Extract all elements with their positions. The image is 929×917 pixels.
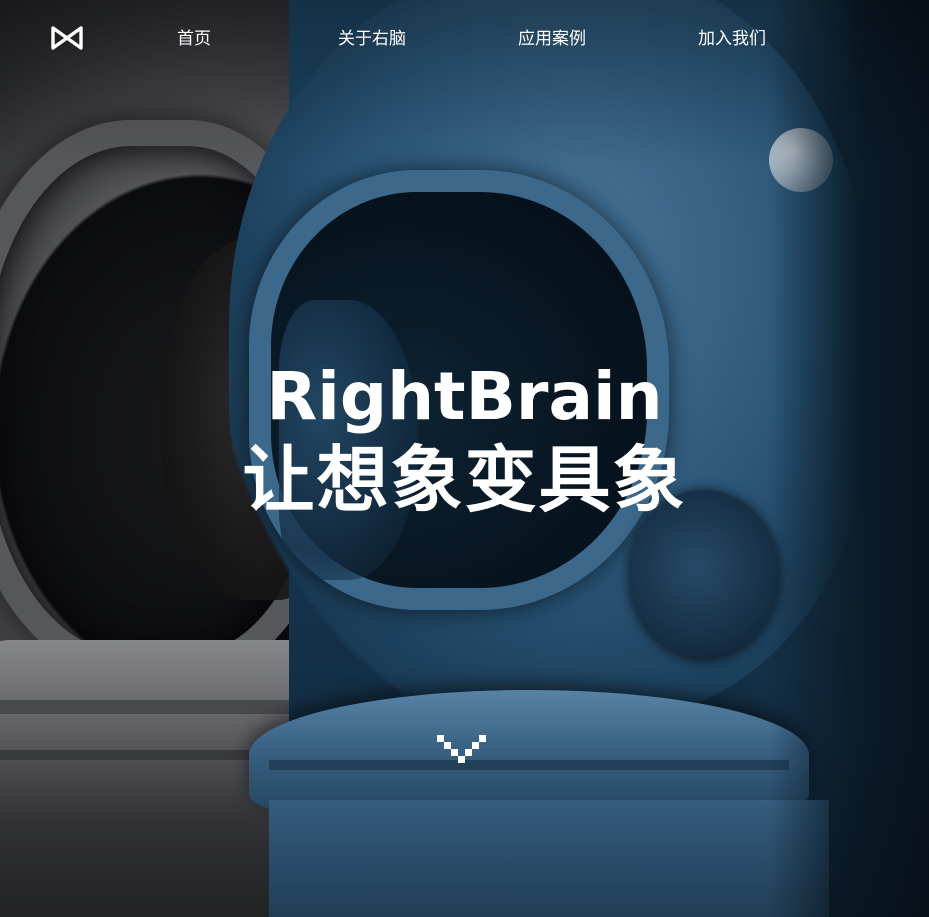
top-navigation: 首页 关于右脑 应用案例 加入我们 xyxy=(0,0,929,78)
hero-title-en: RightBrain xyxy=(266,358,663,435)
nav-item-cases[interactable]: 应用案例 xyxy=(518,27,586,51)
hero-headline: RightBrain 让想象变具象 xyxy=(0,355,929,527)
chevron-down-icon[interactable] xyxy=(437,735,491,765)
nav-item-about[interactable]: 关于右脑 xyxy=(338,27,406,51)
nav-item-join-us[interactable]: 加入我们 xyxy=(698,27,766,51)
rightbrain-logo-icon[interactable] xyxy=(49,25,85,51)
nav-item-home[interactable]: 首页 xyxy=(177,27,211,51)
hero-title-zh: 让想象变具象 xyxy=(242,438,687,522)
